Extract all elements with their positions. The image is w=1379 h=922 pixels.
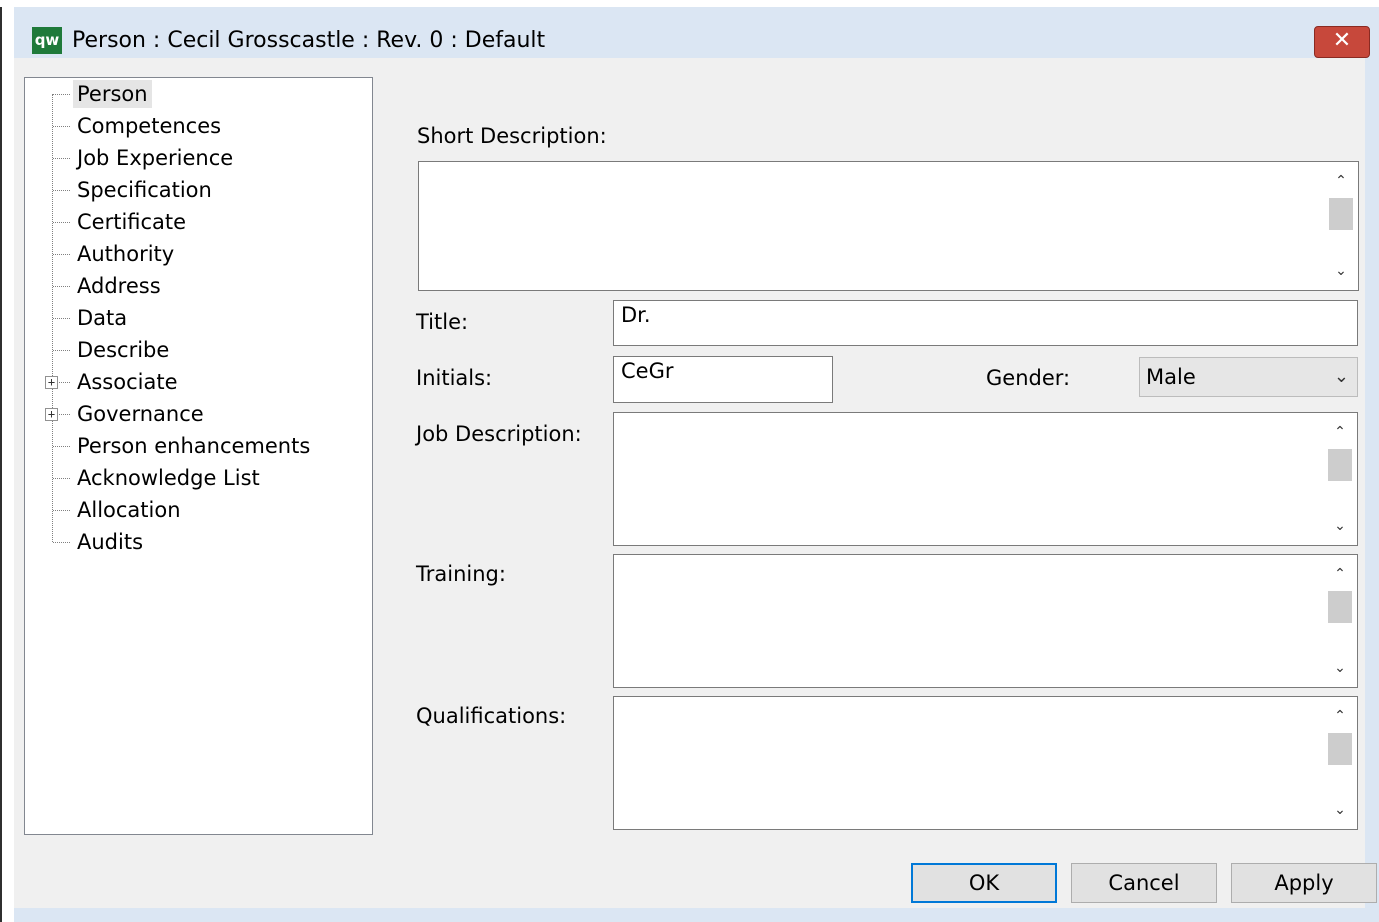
job-description-scrollbar[interactable]: ⌃ ⌄ <box>1323 413 1357 545</box>
gender-select-value: Male <box>1146 365 1196 389</box>
training-scrollbar[interactable]: ⌃ ⌄ <box>1323 555 1357 687</box>
tree-connector <box>53 254 70 255</box>
scroll-thumb[interactable] <box>1328 733 1352 765</box>
job-description-textarea[interactable]: ⌃ ⌄ <box>613 412 1358 546</box>
tree-connector <box>53 158 70 159</box>
tree-connector <box>53 94 70 95</box>
tree-connector <box>53 510 70 511</box>
scroll-up-icon[interactable]: ⌃ <box>1323 701 1357 731</box>
ok-button[interactable]: OK <box>911 863 1057 903</box>
title-label: Title: <box>416 310 469 334</box>
scroll-thumb[interactable] <box>1329 198 1353 230</box>
tree-connector <box>53 542 70 543</box>
tree-connector <box>53 350 70 351</box>
tree-item-governance[interactable]: Governance <box>73 400 208 428</box>
qualifications-scrollbar[interactable]: ⌃ ⌄ <box>1323 697 1357 829</box>
expand-governance-icon[interactable]: + <box>45 408 58 421</box>
tree-item-authority[interactable]: Authority <box>73 240 178 268</box>
tree-item-address[interactable]: Address <box>73 272 165 300</box>
scroll-up-icon[interactable]: ⌃ <box>1323 417 1357 447</box>
window-title: Person : Cecil Grosscastle : Rev. 0 : De… <box>72 28 546 53</box>
tree-connector <box>53 222 70 223</box>
scroll-up-icon[interactable]: ⌃ <box>1324 166 1358 196</box>
job-description-label: Job Description: <box>416 422 582 446</box>
expand-associate-icon[interactable]: + <box>45 376 58 389</box>
tree-item-describe[interactable]: Describe <box>73 336 173 364</box>
close-button[interactable]: ✕ <box>1314 26 1370 58</box>
gender-select[interactable]: Male ⌄ <box>1139 357 1358 397</box>
short-description-label: Short Description: <box>417 124 607 148</box>
scroll-thumb[interactable] <box>1328 449 1352 481</box>
tree-item-job-experience[interactable]: Job Experience <box>73 144 237 172</box>
initials-label: Initials: <box>416 366 493 390</box>
qualifications-label: Qualifications: <box>416 704 567 728</box>
tree-item-competences[interactable]: Competences <box>73 112 225 140</box>
short-description-scrollbar[interactable]: ⌃ ⌄ <box>1324 162 1358 290</box>
scroll-down-icon[interactable]: ⌄ <box>1323 795 1357 825</box>
app-logo-icon: qw <box>32 27 62 54</box>
scroll-thumb[interactable] <box>1328 591 1352 623</box>
tree-connector <box>53 478 70 479</box>
apply-button[interactable]: Apply <box>1231 863 1377 903</box>
tree-item-audits[interactable]: Audits <box>73 528 147 556</box>
tree-item-certificate[interactable]: Certificate <box>73 208 190 236</box>
scroll-down-icon[interactable]: ⌄ <box>1323 653 1357 683</box>
scroll-up-icon[interactable]: ⌃ <box>1323 559 1357 589</box>
tree-item-acknowledge-list[interactable]: Acknowledge List <box>73 464 264 492</box>
scroll-down-icon[interactable]: ⌄ <box>1323 511 1357 541</box>
scroll-down-icon[interactable]: ⌄ <box>1324 256 1358 286</box>
tree-connector <box>53 126 70 127</box>
tree-item-data[interactable]: Data <box>73 304 131 332</box>
tree-item-person-enhancements[interactable]: Person enhancements <box>73 432 314 460</box>
training-label: Training: <box>416 562 506 586</box>
tree-connector <box>53 286 70 287</box>
cancel-button[interactable]: Cancel <box>1071 863 1217 903</box>
tree-item-allocation[interactable]: Allocation <box>73 496 185 524</box>
short-description-textarea[interactable]: ⌃ ⌄ <box>418 161 1359 291</box>
chevron-down-icon[interactable]: ⌄ <box>1334 358 1349 396</box>
initials-field[interactable]: CeGr <box>613 356 833 403</box>
navigation-tree[interactable]: Person Competences Job Experience Specif… <box>24 77 373 835</box>
tree-connector <box>53 190 70 191</box>
tree-connector <box>53 318 70 319</box>
title-field[interactable]: Dr. <box>613 300 1358 346</box>
tree-item-person[interactable]: Person <box>73 80 152 108</box>
qualifications-textarea[interactable]: ⌃ ⌄ <box>613 696 1358 830</box>
tree-connector <box>53 446 70 447</box>
training-textarea[interactable]: ⌃ ⌄ <box>613 554 1358 688</box>
tree-item-specification[interactable]: Specification <box>73 176 216 204</box>
gender-label: Gender: <box>986 366 1071 390</box>
tree-item-associate[interactable]: Associate <box>73 368 182 396</box>
